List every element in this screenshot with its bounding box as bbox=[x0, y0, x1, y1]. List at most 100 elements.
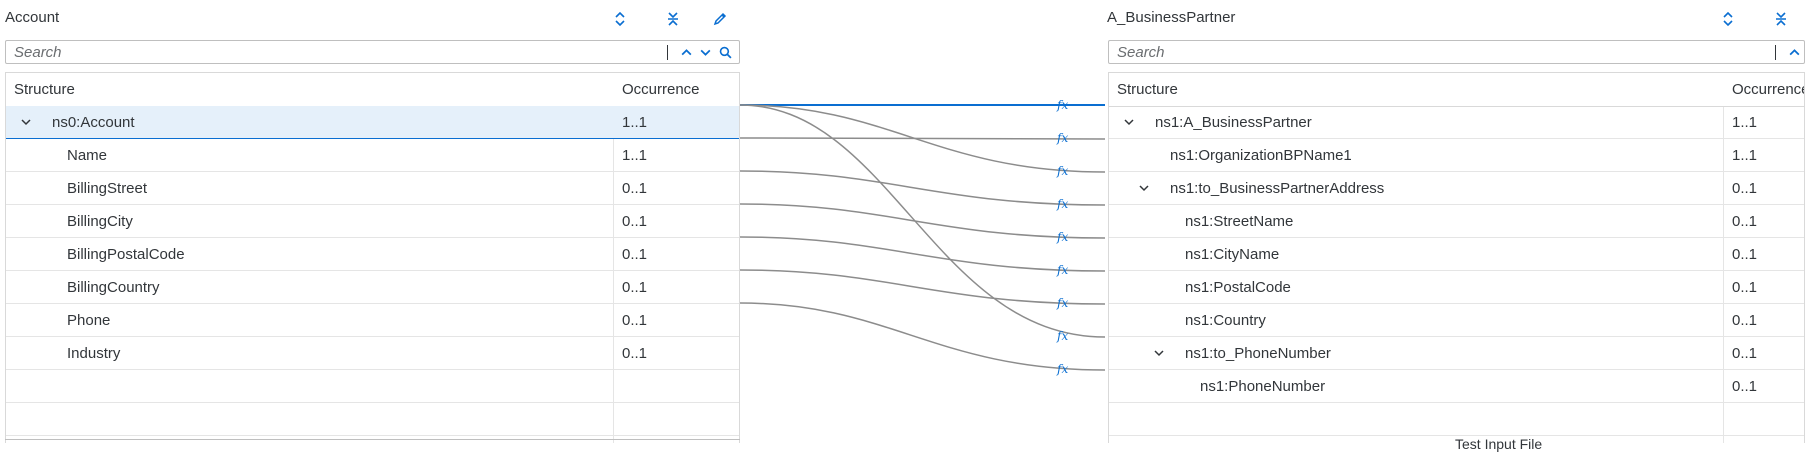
target-title: A_BusinessPartner bbox=[1107, 9, 1236, 26]
target-search bbox=[1108, 40, 1805, 64]
collapse-all-button[interactable] bbox=[662, 8, 684, 30]
chevron-down-icon bbox=[21, 119, 31, 126]
table-row[interactable]: ns1:OrganizationBPName1 1..1 bbox=[1109, 139, 1804, 172]
mapping-function-icon[interactable]: fx bbox=[1057, 98, 1068, 112]
occurrence-value: 0..1 bbox=[622, 345, 648, 362]
target-search-previous-button[interactable] bbox=[1786, 44, 1802, 60]
table-row[interactable]: BillingStreet 0..1 bbox=[6, 172, 739, 205]
node-name: ns1:to_BusinessPartnerAddress bbox=[1170, 180, 1385, 197]
table-row[interactable]: ns1:StreetName 0..1 bbox=[1109, 205, 1804, 238]
target-search-input[interactable] bbox=[1109, 41, 1769, 63]
source-search bbox=[5, 40, 740, 64]
occurrence-value: 0..1 bbox=[1732, 345, 1758, 362]
node-name: ns1:A_BusinessPartner bbox=[1155, 114, 1312, 131]
table-row[interactable]: Industry 0..1 bbox=[6, 337, 739, 370]
mapping-line[interactable] bbox=[739, 269, 1106, 305]
target-panel: A_BusinessPartner Structure Occurrence n… bbox=[1105, 0, 1805, 443]
search-next-button[interactable] bbox=[697, 44, 713, 60]
occurrence-value: 0..1 bbox=[622, 312, 648, 329]
occurrence-value: 0..1 bbox=[1732, 180, 1758, 197]
node-name: ns0:Account bbox=[52, 114, 135, 131]
chevron-down-icon bbox=[1139, 185, 1149, 192]
mapping-line[interactable] bbox=[739, 137, 1106, 140]
expand-all-button[interactable] bbox=[609, 8, 631, 30]
node-name: ns1:OrganizationBPName1 bbox=[1170, 147, 1352, 164]
mapping-function-icon[interactable]: fx bbox=[1057, 263, 1068, 277]
mapping-function-icon[interactable]: fx bbox=[1057, 362, 1068, 376]
mapping-line[interactable] bbox=[739, 236, 1106, 272]
expand-toggle[interactable] bbox=[18, 114, 34, 130]
table-row[interactable]: ns1:A_BusinessPartner 1..1 bbox=[1109, 106, 1804, 139]
table-row[interactable]: BillingPostalCode 0..1 bbox=[6, 238, 739, 271]
occurrence-value: 0..1 bbox=[1732, 312, 1758, 329]
mapping-line[interactable] bbox=[739, 302, 1106, 371]
expand-toggle[interactable] bbox=[1136, 180, 1152, 196]
table-row[interactable]: ns1:PhoneNumber 0..1 bbox=[1109, 370, 1804, 403]
table-row[interactable]: ns1:to_PhoneNumber 0..1 bbox=[1109, 337, 1804, 370]
search-divider bbox=[1775, 45, 1776, 60]
node-name: ns1:Country bbox=[1185, 312, 1266, 329]
expand-toggle[interactable] bbox=[1121, 114, 1137, 130]
node-name: Name bbox=[67, 147, 108, 164]
table-row[interactable]: Phone 0..1 bbox=[6, 304, 739, 337]
mapping-line[interactable] bbox=[739, 203, 1106, 239]
search-icon bbox=[719, 46, 732, 59]
occurrence-value: 0..1 bbox=[1732, 246, 1758, 263]
target-collapse-all-button[interactable] bbox=[1770, 8, 1792, 30]
chevron-up-icon bbox=[1789, 48, 1799, 55]
empty-table-row bbox=[6, 370, 739, 403]
node-name: BillingCity bbox=[67, 213, 133, 230]
occurrence-value: 0..1 bbox=[1732, 378, 1758, 395]
expand-all-icon bbox=[1723, 11, 1733, 27]
search-button[interactable] bbox=[717, 44, 733, 60]
node-name: BillingPostalCode bbox=[67, 246, 185, 263]
table-row[interactable]: BillingCity 0..1 bbox=[6, 205, 739, 238]
target-table-header: Structure Occurrence bbox=[1109, 73, 1804, 107]
mapping-function-icon[interactable]: fx bbox=[1057, 329, 1068, 343]
chevron-down-icon bbox=[1154, 350, 1164, 357]
mapping-function-icon[interactable]: fx bbox=[1057, 296, 1068, 310]
occurrence-value: 1..1 bbox=[1732, 147, 1758, 164]
table-row[interactable]: Name 1..1 bbox=[6, 139, 739, 172]
test-input-file-label[interactable]: Test Input File bbox=[1455, 436, 1542, 452]
edit-button[interactable] bbox=[709, 8, 731, 30]
occurrence-value: 0..1 bbox=[622, 279, 648, 296]
mapping-function-icon[interactable]: fx bbox=[1057, 131, 1068, 145]
mapping-line[interactable] bbox=[739, 170, 1106, 206]
source-search-input[interactable] bbox=[6, 41, 661, 63]
table-row[interactable]: ns1:to_BusinessPartnerAddress 0..1 bbox=[1109, 172, 1804, 205]
chevron-down-icon bbox=[1124, 119, 1134, 126]
source-table-header: Structure Occurrence bbox=[6, 73, 739, 107]
mapping-function-icon[interactable]: fx bbox=[1057, 197, 1068, 211]
structure-column-header: Structure bbox=[14, 81, 75, 98]
structure-column-header: Structure bbox=[1117, 81, 1178, 98]
node-name: Industry bbox=[67, 345, 121, 362]
expand-toggle[interactable] bbox=[1151, 345, 1167, 361]
table-row[interactable]: ns1:PostalCode 0..1 bbox=[1109, 271, 1804, 304]
source-title: Account bbox=[5, 9, 60, 26]
table-row[interactable]: ns1:CityName 0..1 bbox=[1109, 238, 1804, 271]
source-table-bottom bbox=[5, 439, 740, 440]
mapping-connections bbox=[739, 104, 1106, 371]
occurrence-value: 1..1 bbox=[622, 147, 648, 164]
search-divider bbox=[667, 45, 668, 60]
occurrence-value: 0..1 bbox=[622, 246, 648, 263]
mapping-function-icon[interactable]: fx bbox=[1057, 230, 1068, 244]
target-expand-all-button[interactable] bbox=[1717, 8, 1739, 30]
collapse-all-icon bbox=[668, 12, 678, 26]
target-structure-table: Structure Occurrence ns1:A_BusinessPartn… bbox=[1108, 72, 1805, 443]
occurrence-value: 1..1 bbox=[622, 114, 648, 131]
search-previous-button[interactable] bbox=[678, 44, 694, 60]
occurrence-value: 1..1 bbox=[1732, 114, 1758, 131]
occurrence-value: 0..1 bbox=[622, 213, 648, 230]
chevron-down-icon bbox=[700, 49, 710, 56]
table-row[interactable]: BillingCountry 0..1 bbox=[6, 271, 739, 304]
node-name: ns1:CityName bbox=[1185, 246, 1280, 263]
expand-all-icon bbox=[615, 11, 625, 27]
collapse-all-icon bbox=[1776, 12, 1786, 26]
table-row[interactable]: ns0:Account 1..1 bbox=[6, 106, 739, 139]
table-row[interactable]: ns1:Country 0..1 bbox=[1109, 304, 1804, 337]
mapping-function-icon[interactable]: fx bbox=[1057, 164, 1068, 178]
occurrence-column-header: Occurrence bbox=[622, 81, 700, 98]
source-panel: Account Structure Occurrence ns0:Account… bbox=[0, 0, 740, 443]
